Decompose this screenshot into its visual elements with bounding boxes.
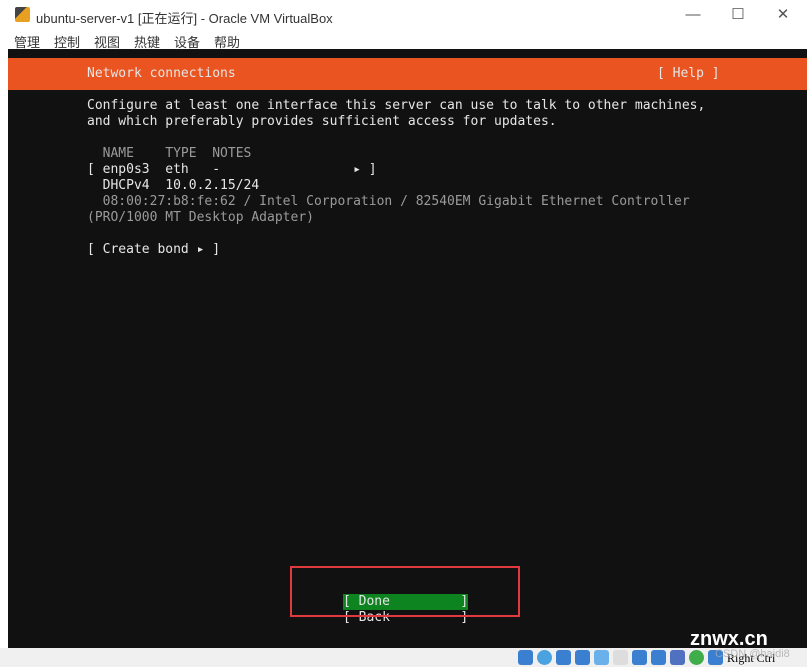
intro-line-1: Configure at least one interface this se… bbox=[87, 98, 706, 113]
window-title: ubuntu-server-v1 [正在运行] - Oracle VM Virt… bbox=[36, 11, 333, 26]
audio-icon[interactable] bbox=[556, 650, 571, 665]
menu-bar: 管理 控制 视图 热键 设备 帮助 bbox=[0, 30, 807, 50]
display-icon[interactable] bbox=[632, 650, 647, 665]
watermark-author: CSDN @haidi8 bbox=[715, 648, 790, 660]
maximize-button[interactable]: ☐ bbox=[723, 4, 753, 26]
mouse-integration-icon[interactable] bbox=[689, 650, 704, 665]
create-bond-button[interactable]: [ Create bond ▸ ] bbox=[87, 242, 220, 258]
interface-row-enp0s3[interactable]: [ enp0s3 eth - ▸ ] bbox=[87, 162, 377, 178]
interface-hardware-cont: (PRO/1000 MT Desktop Adapter) bbox=[87, 210, 314, 225]
optical-drive-icon[interactable] bbox=[537, 650, 552, 665]
table-header: NAME TYPE NOTES bbox=[87, 146, 252, 161]
capture-icon[interactable] bbox=[651, 650, 666, 665]
recording-icon[interactable] bbox=[670, 650, 685, 665]
title-bar: ubuntu-server-v1 [正在运行] - Oracle VM Virt… bbox=[0, 0, 807, 30]
minimize-button[interactable]: — bbox=[678, 4, 708, 26]
installer-header: Network connections [ Help ] bbox=[8, 58, 807, 90]
hard-disk-icon[interactable] bbox=[518, 650, 533, 665]
interface-dhcp: DHCPv4 10.0.2.15/24 bbox=[87, 178, 260, 193]
interface-hardware: 08:00:27:b8:fe:62 / Intel Corporation / … bbox=[87, 194, 690, 209]
page-title: Network connections bbox=[87, 66, 236, 81]
status-bar: Right Ctrl bbox=[0, 648, 807, 667]
intro-line-2: and which preferably provides sufficient… bbox=[87, 114, 557, 129]
shared-folders-icon[interactable] bbox=[613, 650, 628, 665]
vm-screen[interactable]: Network connections [ Help ] Configure a… bbox=[8, 49, 807, 648]
close-button[interactable]: ✕ bbox=[768, 4, 798, 26]
help-button[interactable]: [ Help ] bbox=[657, 66, 720, 82]
virtualbox-icon bbox=[15, 7, 30, 22]
highlight-annotation bbox=[290, 566, 520, 617]
usb-icon[interactable] bbox=[594, 650, 609, 665]
network-icon[interactable] bbox=[575, 650, 590, 665]
